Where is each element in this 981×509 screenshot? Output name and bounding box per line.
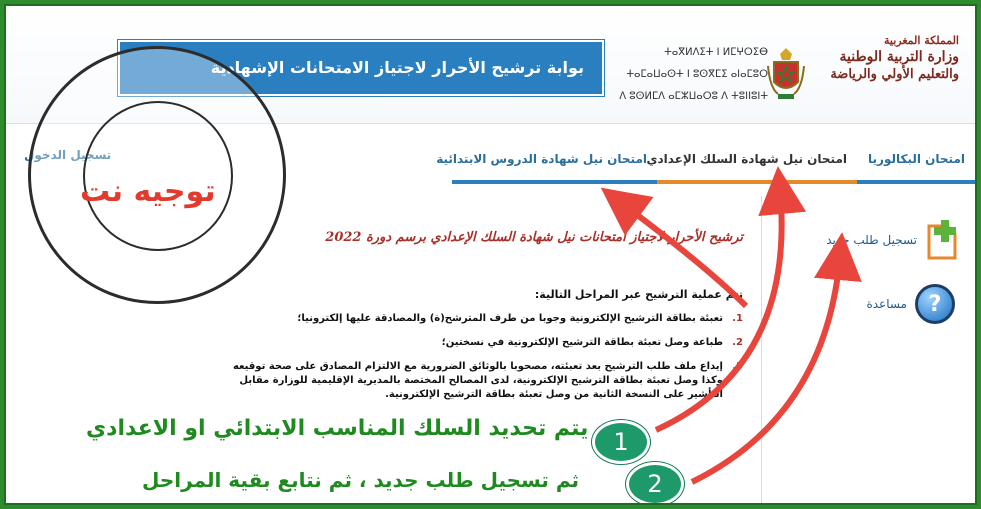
arrow-to-tab-primary — [600, 187, 749, 309]
callout-text-2: ثم تسجيل طلب جديد ، ثم نتابع بقية المراح… — [142, 468, 580, 492]
arrow-to-new-request — [690, 232, 862, 485]
callout-number-2: 2 — [626, 462, 684, 503]
arrow-to-tab-middle — [654, 166, 807, 433]
page-frame: بوابة ترشيح الأحرار لاجتياز الامتحانات ا… — [4, 4, 977, 505]
callout-number-1: 1 — [592, 420, 650, 464]
callout-text-1: يتم تحديد السلك المناسب الابتدائي او الا… — [86, 416, 589, 441]
